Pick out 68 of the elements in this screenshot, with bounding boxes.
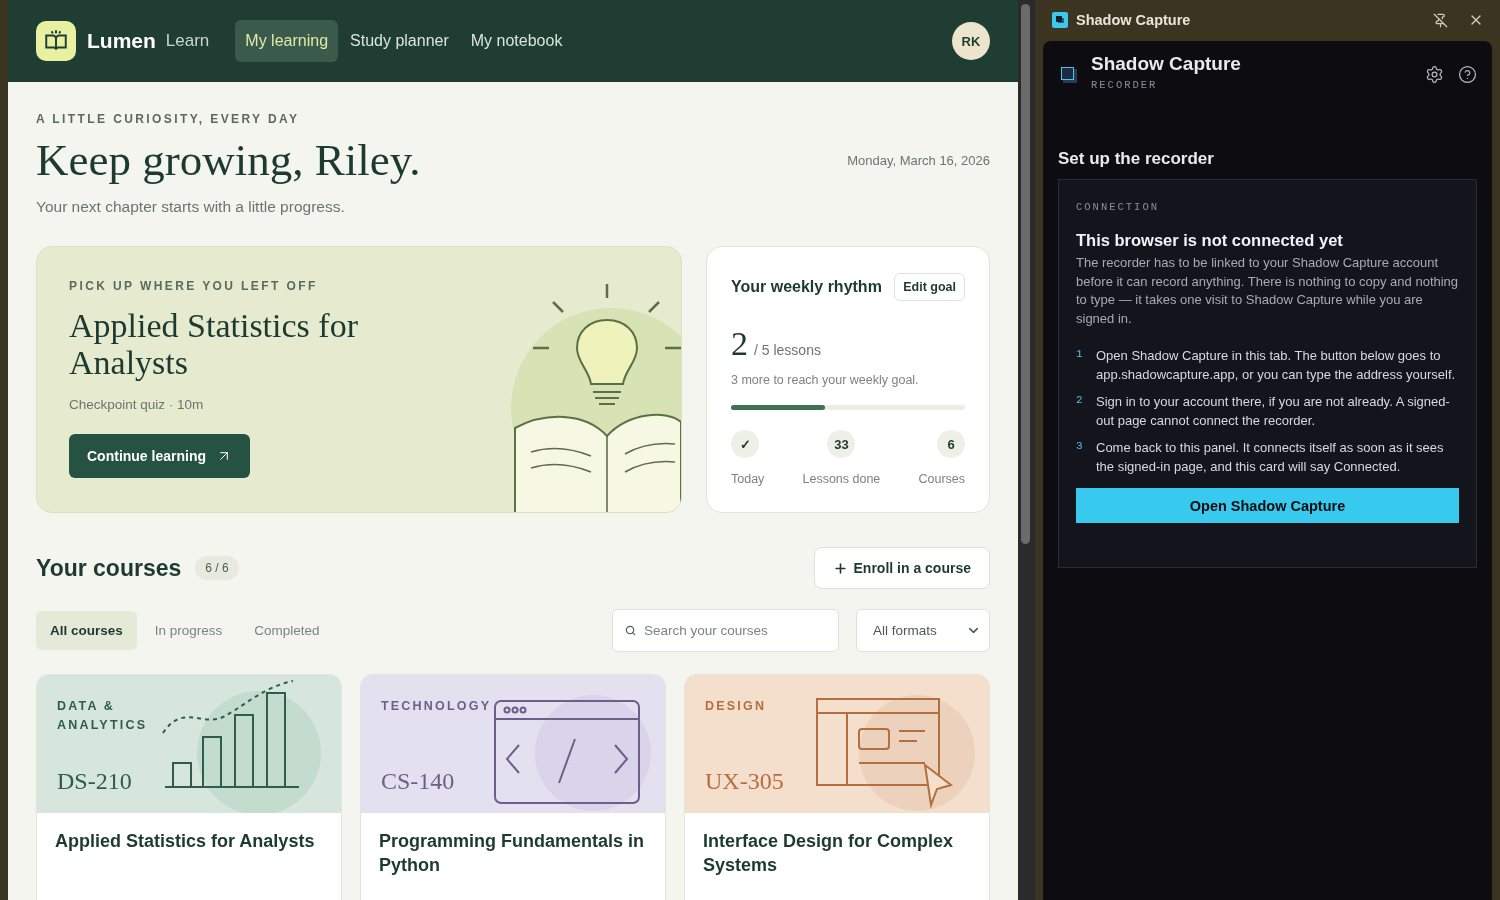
filter-tab[interactable]: In progress	[140, 611, 237, 650]
course-category: DESIGN	[705, 698, 768, 715]
step-text: Come back to this panel. It connects itself as soon as it sees the signed-in page, and this card will say Connected.	[1096, 439, 1445, 476]
nav-tab[interactable]: My learning	[235, 20, 339, 62]
card-label: CONNECTION	[1076, 201, 1160, 213]
panel-title: Shadow Capture	[1091, 53, 1241, 75]
nav-tab[interactable]: My notebook	[460, 20, 573, 62]
course-count: 6 / 6	[195, 556, 239, 580]
product-name: Learn	[165, 31, 210, 51]
scrollbar-thumb[interactable]	[1021, 4, 1030, 544]
stat-label: Lessons done	[802, 472, 881, 486]
course-code: DS-210	[57, 768, 132, 795]
section-heading: Set up the recorder	[1058, 149, 1215, 169]
logo-icon[interactable]	[36, 21, 76, 61]
course-card[interactable]: DATA & ANALYTICS DS-210 Applied Statistics for Analysts	[36, 674, 342, 900]
brand-name: Lumen	[87, 29, 156, 53]
recorder-icon	[1061, 67, 1077, 83]
stat-label: Today	[731, 472, 765, 486]
course-title: Programming Fundamentals in Python	[378, 830, 646, 877]
panel-subtitle: RECORDER	[1091, 79, 1159, 91]
step-text: Sign in to your account there, if you are not already. A signed-out page cannot connect the recorder.	[1096, 393, 1451, 430]
card-heading: This browser is not connected yet	[1076, 231, 1344, 250]
stat-value: 33	[827, 430, 856, 458]
stat-value: ✓	[731, 430, 759, 458]
stat-label: Courses	[918, 472, 965, 486]
course-card[interactable]: TECHNOLOGY CS-140 Programming Fundamentals in Python	[360, 674, 666, 900]
course-code: CS-140	[381, 768, 455, 795]
nav-tab[interactable]: Study planner	[340, 20, 459, 62]
step-text: Open Shadow Capture in this tab. The button below goes to app.shadowcapture.app, or you can type the address yourself.	[1096, 347, 1457, 384]
stat-value: 6	[937, 430, 965, 458]
goal-note: 3 more to reach your weekly goal.	[731, 373, 920, 387]
continue-button[interactable]: Continue learning	[69, 434, 250, 478]
open-app-button[interactable]: Open Shadow Capture	[1076, 488, 1459, 523]
lesson-count: 2	[731, 325, 748, 363]
course-title: Applied Statistics for Analysts	[54, 830, 316, 853]
course-card[interactable]: DESIGN UX-305 Interface Design for Complex Systems	[684, 674, 990, 900]
edit-goal-button[interactable]: Edit goal	[894, 273, 965, 301]
course-title: Applied Statistics for Analysts	[69, 307, 359, 381]
format-select[interactable]: All formats	[856, 609, 990, 652]
filter-tab[interactable]: All courses	[36, 611, 137, 650]
plus-icon	[832, 560, 848, 576]
eyebrow-text: A LITTLE CURIOSITY, EVERY DAY	[36, 112, 301, 126]
lesson-goal: / 5 lessons	[754, 342, 821, 358]
course-category: TECHNOLOGY	[381, 698, 491, 715]
weekly-title: Your weekly rhythm	[731, 278, 882, 296]
step-number: 3	[1076, 440, 1082, 454]
help-icon[interactable]	[1458, 65, 1477, 84]
step-number: 1	[1076, 348, 1082, 362]
lesson-meta: Checkpoint quiz · 10m	[69, 397, 205, 412]
filter-tab[interactable]: Completed	[240, 611, 334, 650]
section-title: Your courses	[36, 554, 182, 582]
app-icon	[1052, 12, 1068, 28]
greeting-title: Keep growing, Riley.	[36, 134, 421, 186]
user-avatar[interactable]: RK	[952, 22, 990, 60]
course-category: DATA & ANALYTICS	[57, 698, 149, 734]
search-field[interactable]: Search your courses	[612, 609, 839, 652]
date-text: Monday, March 16, 2026	[847, 153, 990, 168]
step-number: 2	[1076, 394, 1082, 408]
card-body: The recorder has to be linked to your Shadow Capture account before it can record anything. There is nothing to copy and nothing to type — it takes one visit to Shadow Capture while you are signed in.	[1076, 254, 1459, 328]
unpin-icon[interactable]	[1433, 12, 1448, 28]
window-title: Shadow Capture	[1076, 12, 1191, 28]
greeting-subtitle: Your next chapter starts with a little progress.	[36, 198, 346, 216]
enroll-button[interactable]: Enroll in a course	[813, 547, 990, 589]
settings-icon[interactable]	[1425, 65, 1444, 84]
course-code: UX-305	[705, 768, 784, 795]
course-title: Interface Design for Complex Systems	[702, 830, 955, 877]
search-icon	[625, 625, 636, 636]
resume-eyebrow: PICK UP WHERE YOU LEFT OFF	[69, 279, 319, 293]
